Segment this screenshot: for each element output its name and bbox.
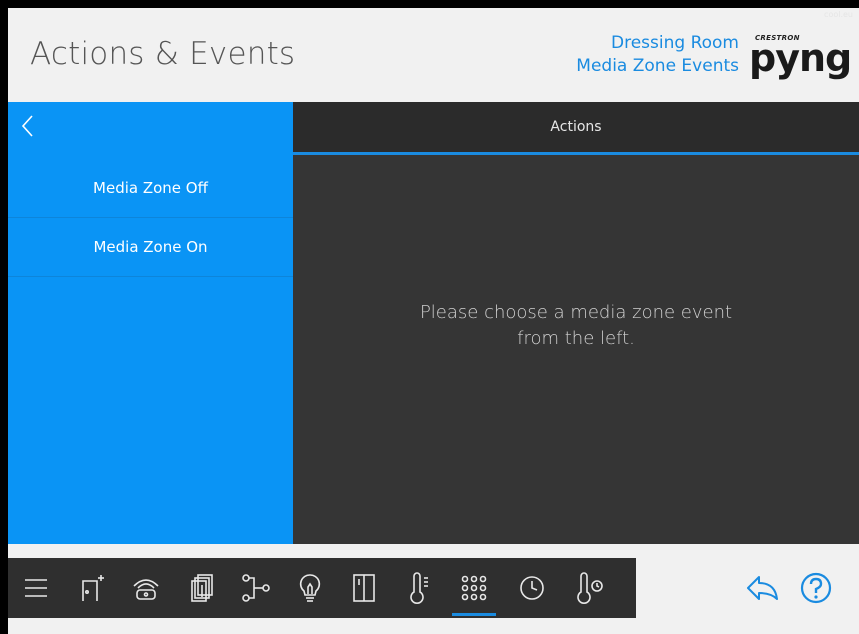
phone-button[interactable] <box>120 558 172 618</box>
scenes-button[interactable] <box>230 558 282 618</box>
phone-icon <box>133 579 159 600</box>
scenes-icon <box>242 574 270 602</box>
keypad-icon <box>461 575 487 601</box>
bottom-toolbar <box>8 558 636 618</box>
lighting-button[interactable] <box>284 558 336 618</box>
share-button[interactable] <box>745 573 779 603</box>
shades-icon <box>191 574 213 602</box>
thermometer-icon <box>410 572 428 604</box>
events-panel: Media Zone Off Media Zone On <box>8 102 293 544</box>
corner-mark: cool.eu <box>824 10 853 19</box>
add-room-icon <box>82 575 104 601</box>
menu-icon <box>25 579 47 597</box>
crestron-pyng-logo: CRESTRON pyng <box>749 34 852 78</box>
shades-button[interactable] <box>176 558 228 618</box>
message-line-2: from the left. <box>517 328 635 349</box>
page-title: Actions & Events <box>30 36 296 72</box>
back-button[interactable] <box>18 114 38 138</box>
room-subtitle: Media Zone Events <box>576 56 739 76</box>
room-context: Dressing Room Media Zone Events <box>576 32 739 78</box>
separator <box>8 544 859 558</box>
help-icon <box>800 572 832 604</box>
schedule-button[interactable] <box>506 558 558 618</box>
message-line-1: Please choose a media zone event <box>419 302 733 323</box>
tab-actions[interactable]: Actions <box>293 102 859 152</box>
thermostat-button[interactable] <box>564 558 616 618</box>
room-name: Dressing Room <box>611 33 739 53</box>
door-icon <box>353 574 375 602</box>
climate-button[interactable] <box>392 558 444 618</box>
event-media-zone-on[interactable]: Media Zone On <box>8 218 293 277</box>
app-frame: Actions & Events Dressing Room Media Zon… <box>8 8 859 634</box>
header: Actions & Events Dressing Room Media Zon… <box>8 8 859 102</box>
help-button[interactable] <box>800 572 832 604</box>
clock-icon <box>520 576 544 600</box>
event-media-zone-off[interactable]: Media Zone Off <box>8 159 293 218</box>
door-button[interactable] <box>338 558 390 618</box>
logo-word: pyng <box>749 36 852 80</box>
thermostat-icon <box>577 572 603 604</box>
add-room-button[interactable] <box>66 558 118 618</box>
keypad-button[interactable] <box>448 558 500 618</box>
chevron-left-icon <box>21 115 33 137</box>
menu-button[interactable] <box>10 558 62 618</box>
share-back-icon <box>747 576 778 600</box>
actions-panel: Actions Please choose a media zone event… <box>293 102 859 544</box>
empty-state-message: Please choose a media zone event from th… <box>293 300 859 352</box>
lightbulb-icon <box>299 574 321 602</box>
actions-tabbar: Actions <box>293 102 859 155</box>
